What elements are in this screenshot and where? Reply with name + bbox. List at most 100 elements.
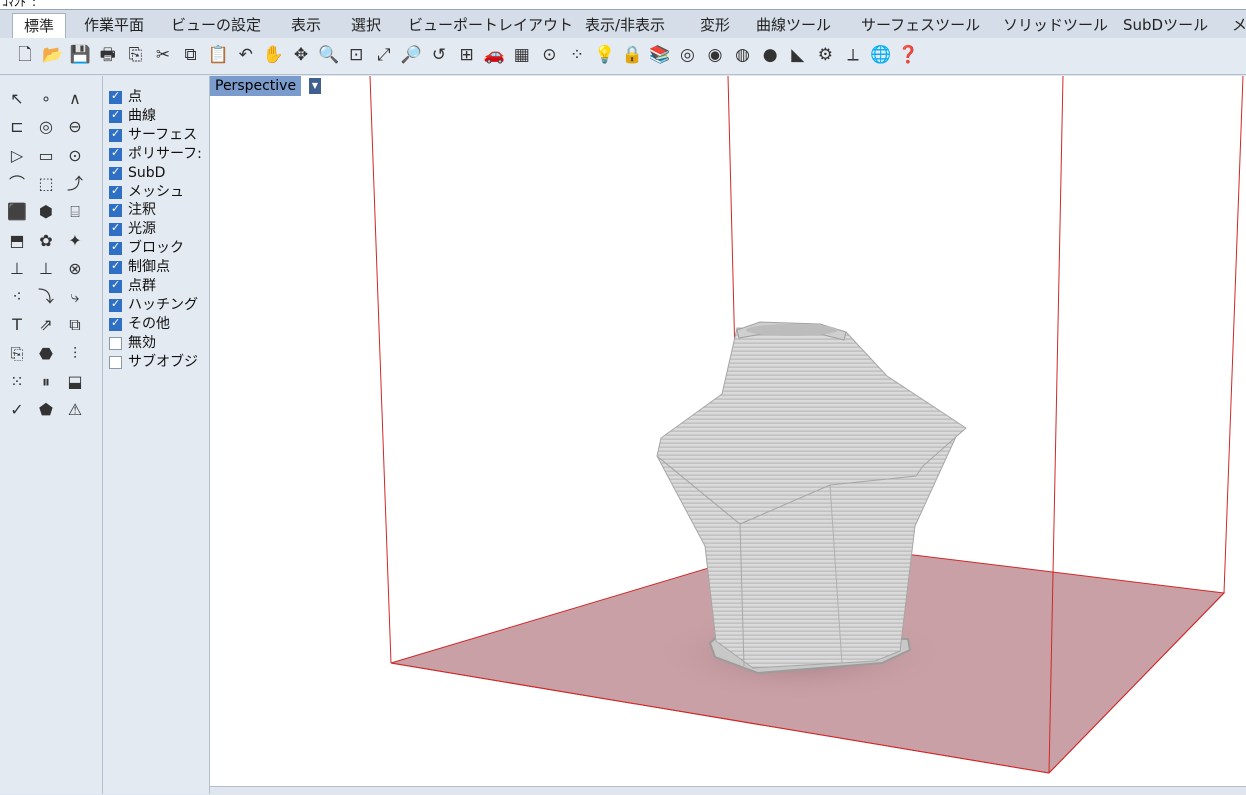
filter-item[interactable]: 制御点	[109, 258, 209, 277]
filter-checkbox[interactable]	[109, 240, 122, 256]
filter-item[interactable]: SubD	[109, 164, 209, 183]
dimension-icon[interactable]: ⟂	[842, 44, 864, 66]
menu-tab[interactable]: 標準	[12, 13, 67, 39]
tool-button-icon[interactable]: ⬣	[34, 343, 58, 365]
filter-checkbox[interactable]	[109, 108, 122, 123]
zoom-icon[interactable]: 🔍	[318, 44, 340, 66]
tool-button-icon[interactable]: ⬛	[5, 201, 29, 223]
color-wheel-icon[interactable]: ◎	[676, 44, 698, 66]
zoom-selected-icon[interactable]: 🔎	[400, 44, 422, 66]
print-icon[interactable]: 🖶	[97, 44, 119, 66]
filter-checkbox[interactable]	[109, 202, 122, 218]
tool-button-icon[interactable]: ⁖	[5, 286, 29, 308]
tool-button-icon[interactable]: ⧉	[63, 314, 87, 336]
filter-checkbox[interactable]	[109, 336, 122, 350]
filter-item[interactable]: 光源	[109, 220, 209, 239]
tool-button-icon[interactable]: ⎘	[5, 343, 29, 365]
filter-item[interactable]: 曲線	[109, 107, 209, 126]
tool-button-icon[interactable]: ⫶	[63, 343, 87, 365]
undo-icon[interactable]: ↶	[235, 44, 257, 66]
pan-hand-icon[interactable]: ✋	[262, 44, 284, 66]
tool-button-icon[interactable]: ⌒	[5, 173, 29, 195]
filter-checkbox[interactable]	[109, 127, 122, 142]
light-bulb-icon[interactable]: 💡	[594, 44, 616, 66]
shaded-sphere-icon[interactable]: ◉	[704, 44, 726, 66]
rendered-sphere-icon[interactable]: ◍	[732, 44, 754, 66]
rotate-view-icon[interactable]: ✥	[290, 44, 312, 66]
filter-item[interactable]: ブロック	[109, 239, 209, 258]
tool-button-icon[interactable]: ⊥	[34, 258, 58, 280]
tool-button-icon[interactable]: ⇗	[34, 314, 58, 336]
undo-view-icon[interactable]: ↺	[428, 44, 450, 66]
layer-icon[interactable]: 📚	[649, 44, 671, 66]
zoom-window-icon[interactable]: ⊡	[345, 44, 367, 66]
four-viewports-icon[interactable]: ⊞	[456, 44, 478, 66]
tool-button-icon[interactable]: ⊗	[63, 258, 87, 280]
tool-button-icon[interactable]: ⁙	[5, 371, 29, 393]
copy-icon[interactable]: ⧉	[180, 44, 202, 66]
menu-tab[interactable]: 作業平面	[84, 14, 144, 36]
tool-button-icon[interactable]: ◎	[34, 116, 58, 138]
viewport-dropdown-icon[interactable]: ▼	[309, 78, 321, 94]
filter-checkbox[interactable]	[109, 316, 122, 331]
menu-tab[interactable]: メ	[1232, 14, 1246, 36]
menu-tab[interactable]: サーフェスツール	[861, 14, 980, 36]
filter-checkbox[interactable]	[109, 259, 122, 275]
filter-item[interactable]: その他	[109, 315, 209, 334]
lock-icon[interactable]: 🔒	[621, 44, 643, 66]
menu-tab[interactable]: 選択	[351, 14, 381, 36]
filter-checkbox[interactable]	[109, 146, 122, 161]
filter-checkbox[interactable]	[109, 297, 122, 312]
filter-checkbox[interactable]	[109, 89, 122, 104]
help-icon[interactable]: ❓	[897, 44, 919, 66]
options-gear-icon[interactable]: ⚙	[814, 44, 836, 66]
grid-snap-icon[interactable]: ▦	[511, 44, 533, 66]
tool-button-icon[interactable]: ∘	[34, 88, 58, 110]
scene-canvas[interactable]	[210, 76, 1246, 786]
command-line[interactable]: ｺﾏﾝﾄﾞ:	[0, 0, 1246, 10]
tool-button-icon[interactable]: ↖	[5, 88, 29, 110]
tool-button-icon[interactable]: ⚠	[63, 399, 87, 421]
tool-button-icon[interactable]: ⤵	[34, 286, 58, 308]
menu-tab[interactable]: 変形	[700, 14, 730, 36]
filter-item[interactable]: サーフェス	[109, 126, 209, 145]
filter-item[interactable]: 点群	[109, 277, 209, 296]
perspective-viewport[interactable]: Perspective ▼	[210, 76, 1246, 786]
osnap-icon[interactable]: ⊙	[538, 44, 560, 66]
car-icon[interactable]: 🚗	[483, 44, 505, 66]
paste-icon[interactable]: 📋	[207, 44, 229, 66]
menu-tab[interactable]: ビューポートレイアウト	[408, 14, 573, 36]
menu-tab[interactable]: 曲線ツール	[756, 14, 831, 36]
tool-button-icon[interactable]: ⊏	[5, 116, 29, 138]
cut-icon[interactable]: ✂	[152, 44, 174, 66]
tool-button-icon[interactable]: ⬒	[5, 230, 29, 252]
render-sphere-icon[interactable]: ●	[759, 44, 781, 66]
tool-button-icon[interactable]: ⊥	[5, 258, 29, 280]
globe-icon[interactable]: 🌐	[870, 44, 892, 66]
tool-button-icon[interactable]: T	[5, 314, 29, 336]
filter-checkbox[interactable]	[109, 355, 122, 369]
save-icon[interactable]: 💾	[69, 44, 91, 66]
tool-button-icon[interactable]: ✿	[34, 230, 58, 252]
tool-button-icon[interactable]: ∧	[63, 88, 87, 110]
tool-button-icon[interactable]: ⊙	[63, 145, 87, 167]
filter-item[interactable]: メッシュ	[109, 183, 209, 202]
select-points-icon[interactable]: ⁘	[566, 44, 588, 66]
new-file-icon[interactable]: 🗋	[14, 44, 36, 66]
tool-button-icon[interactable]: ⌸	[63, 201, 87, 223]
tool-button-icon[interactable]: ▷	[5, 145, 29, 167]
filter-item[interactable]: サブオブジ	[109, 353, 209, 372]
viewport-title-tab[interactable]: Perspective	[210, 76, 302, 96]
menu-tab[interactable]: SubDツール	[1123, 14, 1208, 36]
tool-button-icon[interactable]: ⊖	[63, 116, 87, 138]
filter-item[interactable]: 無効	[109, 334, 209, 353]
tool-button-icon[interactable]: ✦	[63, 230, 87, 252]
menu-tab[interactable]: ビューの設定	[171, 14, 261, 36]
tool-button-icon[interactable]: ⬢	[34, 201, 58, 223]
filter-checkbox[interactable]	[109, 278, 122, 293]
tool-button-icon[interactable]: ⬓	[63, 371, 87, 393]
tool-button-icon[interactable]: ⏸	[34, 371, 58, 393]
menu-tab[interactable]: ソリッドツール	[1003, 14, 1108, 36]
import-icon[interactable]: ⎘	[124, 44, 146, 66]
menu-tab[interactable]: 表示	[291, 14, 321, 36]
